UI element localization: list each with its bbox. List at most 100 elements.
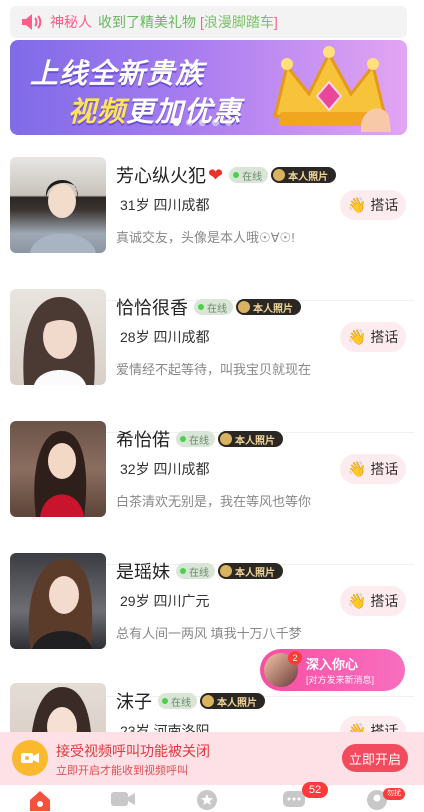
bottom-nav: 52 勿扰 [0, 782, 424, 812]
online-badge-label: 在线 [207, 303, 227, 315]
profile-age: 29岁 [120, 593, 150, 609]
chat-button-label: 搭话 [370, 197, 399, 213]
profile-meta: 29岁 四川广元 [120, 591, 209, 611]
profile-location: 四川广元 [153, 593, 210, 609]
notice-gift-bracket-close: ] [273, 14, 278, 30]
new-message-bubble[interactable]: 2 深入你心 [对方发来新消息] [260, 649, 405, 691]
profile-age: 31岁 [120, 197, 150, 213]
chat-button-label: 搭话 [370, 593, 399, 609]
crown-icon [273, 46, 391, 132]
banner-pagination [173, 119, 232, 126]
wave-hand-icon: 👋 [347, 461, 367, 478]
profile-name: 芳心纵火犯 ❤ 在线 本人照片 [116, 162, 337, 188]
chat-button-label: 搭话 [370, 329, 399, 345]
chat-button-label: 搭话 [370, 461, 399, 477]
verified-icon [273, 169, 286, 181]
avatar[interactable] [10, 157, 106, 253]
profile-bio: 总有人间一两风 填我十万八千梦 [116, 626, 302, 641]
pagination-dot[interactable] [173, 119, 180, 126]
profile-location: 四川成都 [153, 329, 210, 345]
real-photo-badge: 本人照片 [236, 299, 301, 315]
profile-meta: 31岁 四川成都 [120, 195, 209, 215]
real-photo-badge: 本人照片 [200, 693, 265, 709]
profile-name-text: 沫子 [116, 692, 152, 712]
bubble-avatar: 2 [264, 651, 302, 687]
notice-action: 收到了精美礼物 [98, 14, 196, 30]
profile-age: 28岁 [120, 329, 150, 345]
profile-meta: 32岁 四川成都 [120, 459, 209, 479]
profile-bio: 白茶清欢无别是，我在等风也等你 [116, 494, 312, 509]
message-count-badge: 52 [302, 782, 328, 798]
pagination-dot[interactable] [212, 119, 219, 126]
speaker-icon [22, 14, 42, 30]
profile-name-text: 是瑶妹 [116, 562, 170, 582]
real-photo-badge: 本人照片 [218, 431, 283, 447]
real-photo-label: 本人照片 [288, 171, 329, 183]
verified-icon [202, 695, 214, 707]
pagination-dot[interactable] [199, 119, 206, 126]
video-call-subtitle: 立即开启才能收到视频呼叫 [56, 765, 188, 777]
banner-highlight: 视频 [68, 96, 127, 127]
profile-meta: 28岁 四川成都 [120, 327, 209, 347]
verified-icon [238, 301, 250, 313]
online-badge: 在线 [176, 431, 215, 447]
profile-name: 沫子 在线 本人照片 [116, 688, 265, 714]
online-badge: 在线 [176, 563, 215, 579]
online-badge: 在线 [194, 299, 233, 315]
online-badge-label: 在线 [171, 697, 191, 709]
wave-hand-icon: 👋 [347, 593, 367, 610]
banner-line1: 上线全新贵族 [30, 58, 205, 89]
profile-name-text: 恰恰很香 [116, 298, 188, 318]
chat-button[interactable]: 👋搭话 [340, 322, 406, 352]
online-badge-label: 在线 [242, 171, 263, 183]
gift-notice-bar[interactable]: 神秘人 收到了精美礼物 [ 浪漫脚踏车 ] [10, 6, 407, 38]
online-badge: 在线 [229, 167, 269, 183]
online-badge-label: 在线 [189, 435, 209, 447]
video-call-title: 接受视频呼叫功能被关闭 [56, 743, 210, 759]
real-photo-label: 本人照片 [253, 303, 293, 315]
profile-name: 恰恰很香 在线 本人照片 [116, 294, 301, 320]
avatar[interactable] [10, 289, 106, 385]
video-call-notice: 接受视频呼叫功能被关闭 立即开启才能收到视频呼叫 立即开启 [0, 732, 424, 785]
profile-name: 希怡偌 在线 本人照片 [116, 426, 283, 452]
profile-name-text: 希怡偌 [116, 430, 170, 450]
do-not-disturb-badge: 勿扰 [383, 788, 405, 800]
star-icon[interactable] [196, 789, 218, 811]
notice-gift: 浪漫脚踏车 [203, 14, 274, 30]
bubble-count-badge: 2 [288, 651, 302, 665]
wave-hand-icon: 👋 [347, 329, 367, 346]
chat-button[interactable]: 👋搭话 [340, 190, 406, 220]
video-icon[interactable] [110, 789, 136, 809]
pagination-dot[interactable] [186, 119, 193, 126]
home-icon[interactable] [28, 789, 52, 811]
enable-now-button[interactable]: 立即开启 [342, 744, 408, 772]
profile-name-text: 芳心纵火犯 [116, 166, 206, 186]
real-photo-label: 本人照片 [235, 435, 275, 447]
profile-card[interactable]: 芳心纵火犯 ❤ 在线 本人照片 31岁 四川成都 真诚交友，头像是本人哦☉∀☉!… [0, 157, 424, 301]
real-photo-badge: 本人照片 [271, 167, 337, 183]
profile-card[interactable]: 恰恰很香 在线 本人照片 28岁 四川成都 爱情经不起等待，叫我宝贝就现在 👋 搭… [0, 289, 424, 433]
avatar[interactable] [10, 553, 106, 649]
profile-name: 是瑶妹 在线 本人照片 [116, 558, 283, 584]
real-photo-badge: 本人照片 [218, 563, 283, 579]
online-badge-label: 在线 [189, 567, 209, 579]
chat-button[interactable]: 👋搭话 [340, 454, 406, 484]
real-photo-label: 本人照片 [235, 567, 275, 579]
verified-icon [220, 565, 232, 577]
heart-icon: ❤ [208, 164, 224, 185]
profile-location: 四川成都 [153, 197, 210, 213]
profile-card[interactable]: 希怡偌 在线 本人照片 32岁 四川成都 白茶清欢无别是，我在等风也等你 👋 搭话 [0, 421, 424, 565]
profile-age: 32岁 [120, 461, 150, 477]
real-photo-label: 本人照片 [217, 697, 257, 709]
verified-icon [220, 433, 232, 445]
avatar[interactable] [10, 421, 106, 517]
pagination-dot[interactable] [225, 119, 232, 126]
profile-location: 四川成都 [153, 461, 210, 477]
bubble-title: 深入你心 [306, 657, 359, 672]
online-badge: 在线 [158, 693, 197, 709]
video-camera-icon [12, 740, 48, 776]
bubble-subtitle: [对方发来新消息] [306, 675, 375, 685]
chat-button[interactable]: 👋搭话 [340, 586, 406, 616]
profile-bio: 爱情经不起等待，叫我宝贝就现在 [116, 362, 312, 377]
notice-sender: 神秘人 [50, 14, 92, 30]
